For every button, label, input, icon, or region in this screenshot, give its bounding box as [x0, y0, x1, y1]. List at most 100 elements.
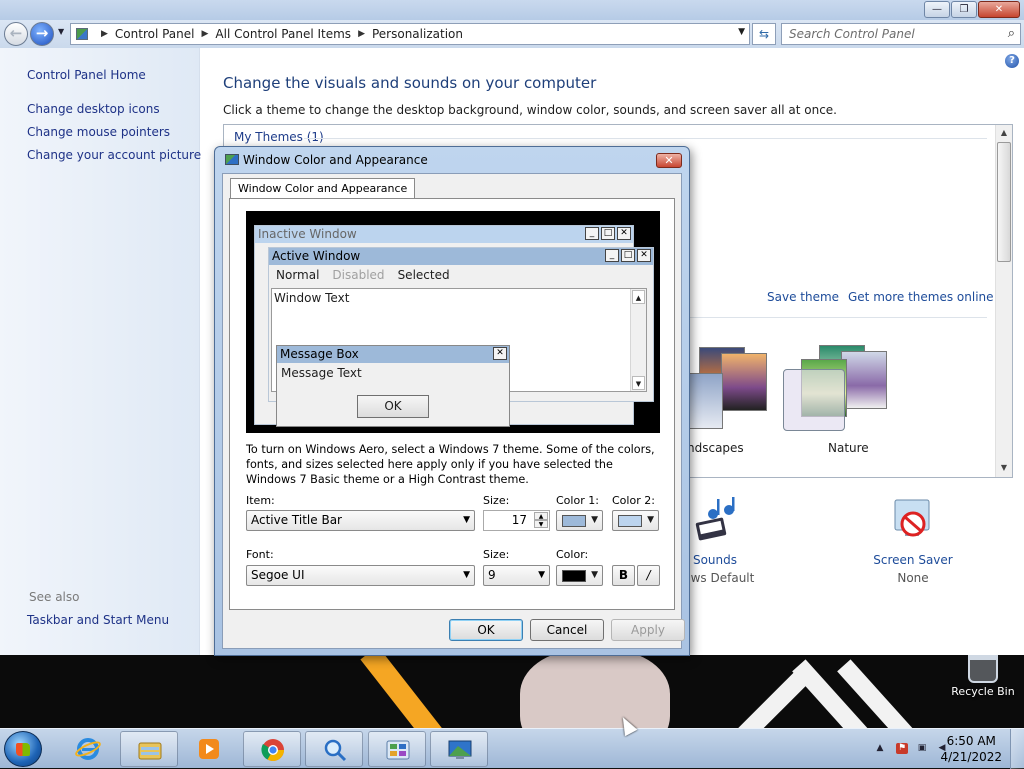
ok-button[interactable]: OK	[449, 619, 523, 641]
recycle-bin-icon[interactable]: Recycle Bin	[948, 655, 1018, 698]
item-size-spinner[interactable]: 17 ▲ ▼	[483, 510, 550, 531]
recycle-bin-label: Recycle Bin	[951, 685, 1015, 698]
breadcrumb-all-items[interactable]: All Control Panel Items	[215, 27, 351, 41]
close-button[interactable]: ✕	[978, 1, 1020, 18]
maximize-icon: □	[621, 249, 635, 262]
theme-selected-frame	[783, 369, 845, 431]
apply-button[interactable]: Apply	[611, 619, 685, 641]
font-select-value: Segoe UI	[251, 568, 305, 582]
show-desktop-button[interactable]	[1010, 729, 1024, 769]
sidebar-link-mouse-pointers[interactable]: Change mouse pointers	[27, 125, 170, 139]
page-subtitle: Click a theme to change the desktop back…	[223, 103, 837, 117]
windows-logo-icon	[16, 743, 30, 756]
search-input[interactable]	[782, 24, 992, 44]
maximize-icon: □	[601, 227, 615, 240]
address-bar[interactable]: ▶ Control Panel ▶ All Control Panel Item…	[70, 23, 750, 45]
scroll-up-icon[interactable]: ▲	[996, 128, 1012, 137]
window-color-icon	[225, 154, 239, 165]
see-also-heading: See also	[29, 590, 80, 604]
message-text: Message Text	[281, 366, 362, 380]
wallpaper-stripe	[718, 669, 810, 728]
breadcrumb-chevron-icon[interactable]: ▶	[101, 29, 108, 39]
color1-picker[interactable]: ▼	[556, 510, 603, 531]
color1-label: Color 1:	[556, 494, 599, 507]
scrollbar-thumb[interactable]	[997, 142, 1011, 262]
font-color-picker[interactable]: ▼	[556, 565, 603, 586]
item-select-value: Active Title Bar	[251, 513, 342, 527]
taskbar-magnifier[interactable]	[305, 731, 363, 767]
search-icon[interactable]: ⌕	[1008, 26, 1015, 41]
italic-button[interactable]: /	[637, 565, 660, 586]
font-label: Font:	[246, 548, 274, 561]
message-box-title: Message Box	[280, 347, 359, 361]
control-panel-icon	[386, 740, 410, 760]
get-more-themes-link[interactable]: Get more themes online	[848, 290, 994, 304]
taskbar-control-panel[interactable]	[368, 731, 426, 767]
network-icon[interactable]: ▣	[916, 743, 928, 754]
item-label: Item:	[246, 494, 275, 507]
cancel-button[interactable]: Cancel	[530, 619, 604, 641]
sidebar-link-desktop-icons[interactable]: Change desktop icons	[27, 102, 160, 116]
menu-disabled: Disabled	[332, 267, 385, 282]
taskbar-personalization[interactable]	[430, 731, 488, 767]
breadcrumb-chevron-icon[interactable]: ▶	[202, 29, 209, 39]
tab-window-color[interactable]: Window Color and Appearance	[230, 178, 416, 198]
scroll-down-icon: ▼	[632, 376, 645, 390]
minimize-button[interactable]: —	[924, 1, 950, 18]
recent-pages-chevron-icon[interactable]: ▼	[58, 27, 64, 36]
taskbar-internet-explorer[interactable]	[59, 731, 117, 767]
theme-list-scrollbar[interactable]: ▲ ▼	[995, 125, 1012, 477]
taskbar-chrome[interactable]	[243, 731, 301, 767]
chevron-down-icon: ▼	[591, 515, 598, 525]
menu-selected: Selected	[397, 267, 450, 282]
save-theme-link[interactable]: Save theme	[767, 290, 839, 304]
breadcrumb-control-panel[interactable]: Control Panel	[115, 27, 195, 41]
theme-nature[interactable]	[783, 339, 903, 431]
forward-button[interactable]: →	[30, 22, 54, 46]
taskbar-media-player[interactable]	[180, 731, 238, 767]
color2-label: Color 2:	[612, 494, 655, 507]
inactive-window-title: Inactive Window	[258, 227, 357, 241]
theme-name-nature: Nature	[828, 441, 869, 455]
dialog-close-button[interactable]: ✕	[656, 153, 682, 168]
sidebar-home-link[interactable]: Control Panel Home	[27, 68, 146, 82]
my-themes-heading[interactable]: My Themes (1)	[234, 130, 324, 144]
recycle-bin-graphic	[968, 655, 998, 683]
help-icon[interactable]: ?	[1005, 54, 1019, 68]
font-color-swatch	[562, 570, 586, 582]
sidebar-link-taskbar[interactable]: Taskbar and Start Menu	[27, 613, 169, 627]
spinner-arrows[interactable]: ▲ ▼	[534, 512, 548, 529]
font-size-select[interactable]: 9 ▼	[483, 565, 550, 586]
item-select[interactable]: Active Title Bar ▼	[246, 510, 475, 531]
refresh-button[interactable]: ⇆	[752, 23, 776, 45]
appearance-preview[interactable]: Inactive Window _ □ ✕ Active Window _ □ …	[246, 211, 660, 433]
chevron-down-icon: ▼	[647, 515, 654, 525]
taskbar-clock[interactable]: 6:50 AM 4/21/2022	[940, 733, 1002, 765]
maximize-button[interactable]: ❐	[951, 1, 977, 18]
screen-saver-button[interactable]: Screen Saver None	[868, 496, 958, 585]
color2-picker[interactable]: ▼	[612, 510, 659, 531]
breadcrumb-personalization[interactable]: Personalization	[372, 27, 463, 41]
screen-saver-label: Screen Saver	[873, 553, 953, 567]
scroll-down-icon[interactable]: ▼	[996, 463, 1012, 472]
font-select[interactable]: Segoe UI ▼	[246, 565, 475, 586]
start-button[interactable]	[4, 731, 42, 767]
taskbar-file-explorer[interactable]	[120, 731, 178, 767]
back-button[interactable]: ←	[4, 22, 28, 46]
show-hidden-icons-icon[interactable]: ▲	[874, 743, 886, 754]
page-title: Change the visuals and sounds on your co…	[223, 74, 597, 92]
chevron-down-icon: ▼	[463, 570, 470, 580]
spin-up-icon[interactable]: ▲	[534, 512, 548, 520]
menu-normal: Normal	[276, 267, 320, 282]
theme-landscapes[interactable]	[679, 339, 799, 429]
chevron-down-icon: ▼	[591, 570, 598, 580]
preview-message-title: Message Box ✕	[277, 346, 509, 363]
sidebar-link-account-picture[interactable]: Change your account picture	[27, 148, 201, 162]
address-dropdown-icon[interactable]: ▼	[738, 27, 745, 37]
window-titlebar[interactable]: — ❐ ✕	[0, 0, 1024, 20]
action-center-flag-icon[interactable]: ⚑	[896, 743, 908, 754]
spin-down-icon[interactable]: ▼	[534, 520, 548, 528]
bold-button[interactable]: B	[612, 565, 635, 586]
breadcrumb-chevron-icon[interactable]: ▶	[358, 29, 365, 39]
close-icon: ✕	[664, 154, 674, 167]
